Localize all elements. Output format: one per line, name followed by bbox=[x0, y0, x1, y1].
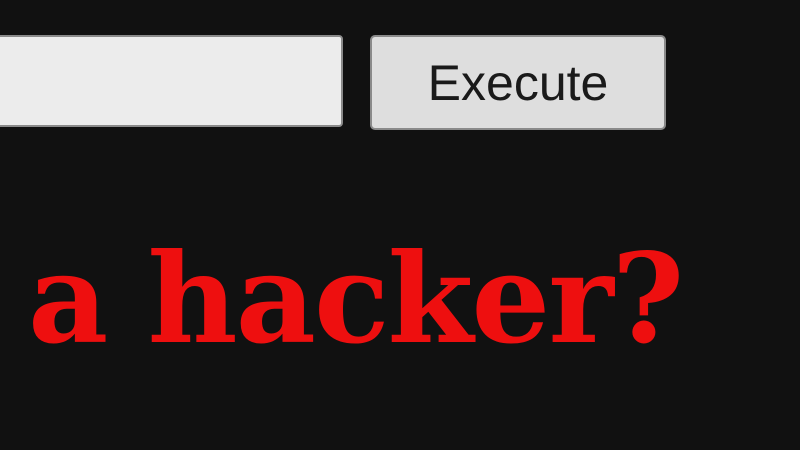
command-input[interactable] bbox=[0, 35, 343, 127]
headline-text: a hacker? bbox=[28, 227, 684, 372]
execute-button[interactable]: Execute bbox=[370, 35, 666, 130]
